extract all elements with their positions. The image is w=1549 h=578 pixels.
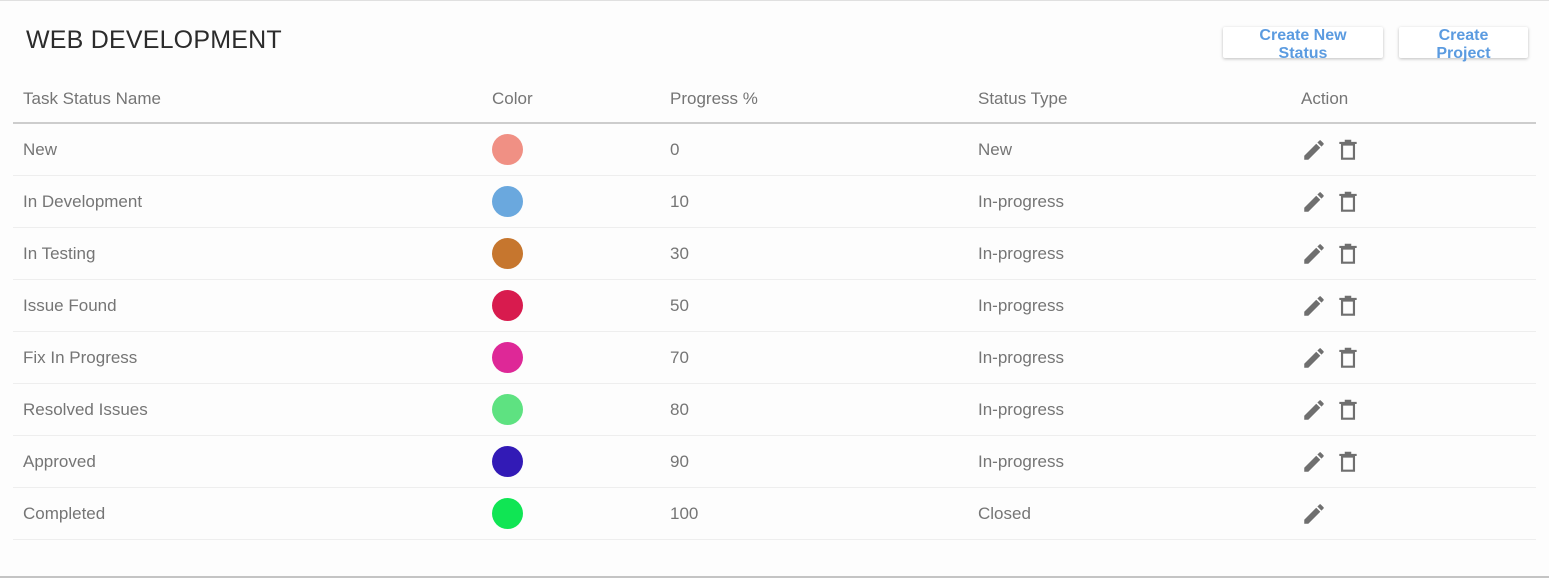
- status-name: Issue Found: [13, 279, 492, 332]
- action-cell: [1301, 487, 1536, 540]
- table-row: In Testing 30 In-progress: [13, 227, 1536, 280]
- table-header-row: Task Status Name Color Progress % Status…: [13, 76, 1536, 124]
- trash-icon[interactable]: [1335, 137, 1361, 163]
- status-name: Approved: [13, 435, 492, 488]
- table-row: Completed 100 Closed: [13, 487, 1536, 540]
- trash-icon[interactable]: [1335, 293, 1361, 319]
- action-cell: [1301, 331, 1536, 384]
- column-header-progress: Progress %: [670, 76, 978, 124]
- create-new-status-button[interactable]: Create New Status: [1223, 27, 1383, 62]
- trash-icon[interactable]: [1335, 241, 1361, 267]
- color-swatch: [492, 186, 523, 217]
- pencil-icon[interactable]: [1301, 189, 1327, 215]
- table-row: Issue Found 50 In-progress: [13, 279, 1536, 332]
- status-type: In-progress: [978, 279, 1301, 332]
- status-name: Completed: [13, 487, 492, 540]
- pencil-icon[interactable]: [1301, 241, 1327, 267]
- table-row: In Development 10 In-progress: [13, 175, 1536, 228]
- action-cell: [1301, 279, 1536, 332]
- progress-value: 80: [670, 383, 978, 436]
- status-type: New: [978, 123, 1301, 176]
- color-swatch: [492, 498, 523, 529]
- progress-value: 100: [670, 487, 978, 540]
- status-name: Fix In Progress: [13, 331, 492, 384]
- color-swatch: [492, 238, 523, 269]
- progress-value: 50: [670, 279, 978, 332]
- pencil-icon[interactable]: [1301, 397, 1327, 423]
- color-swatch: [492, 394, 523, 425]
- pencil-icon[interactable]: [1301, 449, 1327, 475]
- status-type: In-progress: [978, 435, 1301, 488]
- action-cell: [1301, 123, 1536, 176]
- trash-icon[interactable]: [1335, 189, 1361, 215]
- status-name: Resolved Issues: [13, 383, 492, 436]
- progress-value: 10: [670, 175, 978, 228]
- status-type: In-progress: [978, 227, 1301, 280]
- pencil-icon[interactable]: [1301, 345, 1327, 371]
- status-type: In-progress: [978, 175, 1301, 228]
- status-name: New: [13, 123, 492, 176]
- color-swatch: [492, 290, 523, 321]
- progress-value: 30: [670, 227, 978, 280]
- task-status-table: Task Status Name Color Progress % Status…: [13, 76, 1536, 540]
- color-swatch: [492, 446, 523, 477]
- color-swatch: [492, 134, 523, 165]
- color-swatch: [492, 342, 523, 373]
- status-name: In Testing: [13, 227, 492, 280]
- status-type: Closed: [978, 487, 1301, 540]
- action-cell: [1301, 383, 1536, 436]
- trash-icon[interactable]: [1335, 345, 1361, 371]
- status-type: In-progress: [978, 331, 1301, 384]
- table-row: New 0 New: [13, 123, 1536, 176]
- trash-icon[interactable]: [1335, 397, 1361, 423]
- pencil-icon[interactable]: [1301, 137, 1327, 163]
- column-header-color: Color: [492, 76, 670, 124]
- pencil-icon[interactable]: [1301, 501, 1327, 527]
- create-project-button[interactable]: Create Project: [1399, 27, 1528, 62]
- action-cell: [1301, 175, 1536, 228]
- page-title: WEB DEVELOPMENT: [26, 26, 282, 54]
- progress-value: 90: [670, 435, 978, 488]
- column-header-action: Action: [1301, 76, 1536, 124]
- table-row: Approved 90 In-progress: [13, 435, 1536, 488]
- action-cell: [1301, 227, 1536, 280]
- pencil-icon[interactable]: [1301, 293, 1327, 319]
- column-header-status-type: Status Type: [978, 76, 1301, 124]
- table-row: Fix In Progress 70 In-progress: [13, 331, 1536, 384]
- table-row: Resolved Issues 80 In-progress: [13, 383, 1536, 436]
- progress-value: 70: [670, 331, 978, 384]
- column-header-name: Task Status Name: [13, 76, 492, 124]
- progress-value: 0: [670, 123, 978, 176]
- action-cell: [1301, 435, 1536, 488]
- trash-icon[interactable]: [1335, 449, 1361, 475]
- status-type: In-progress: [978, 383, 1301, 436]
- status-name: In Development: [13, 175, 492, 228]
